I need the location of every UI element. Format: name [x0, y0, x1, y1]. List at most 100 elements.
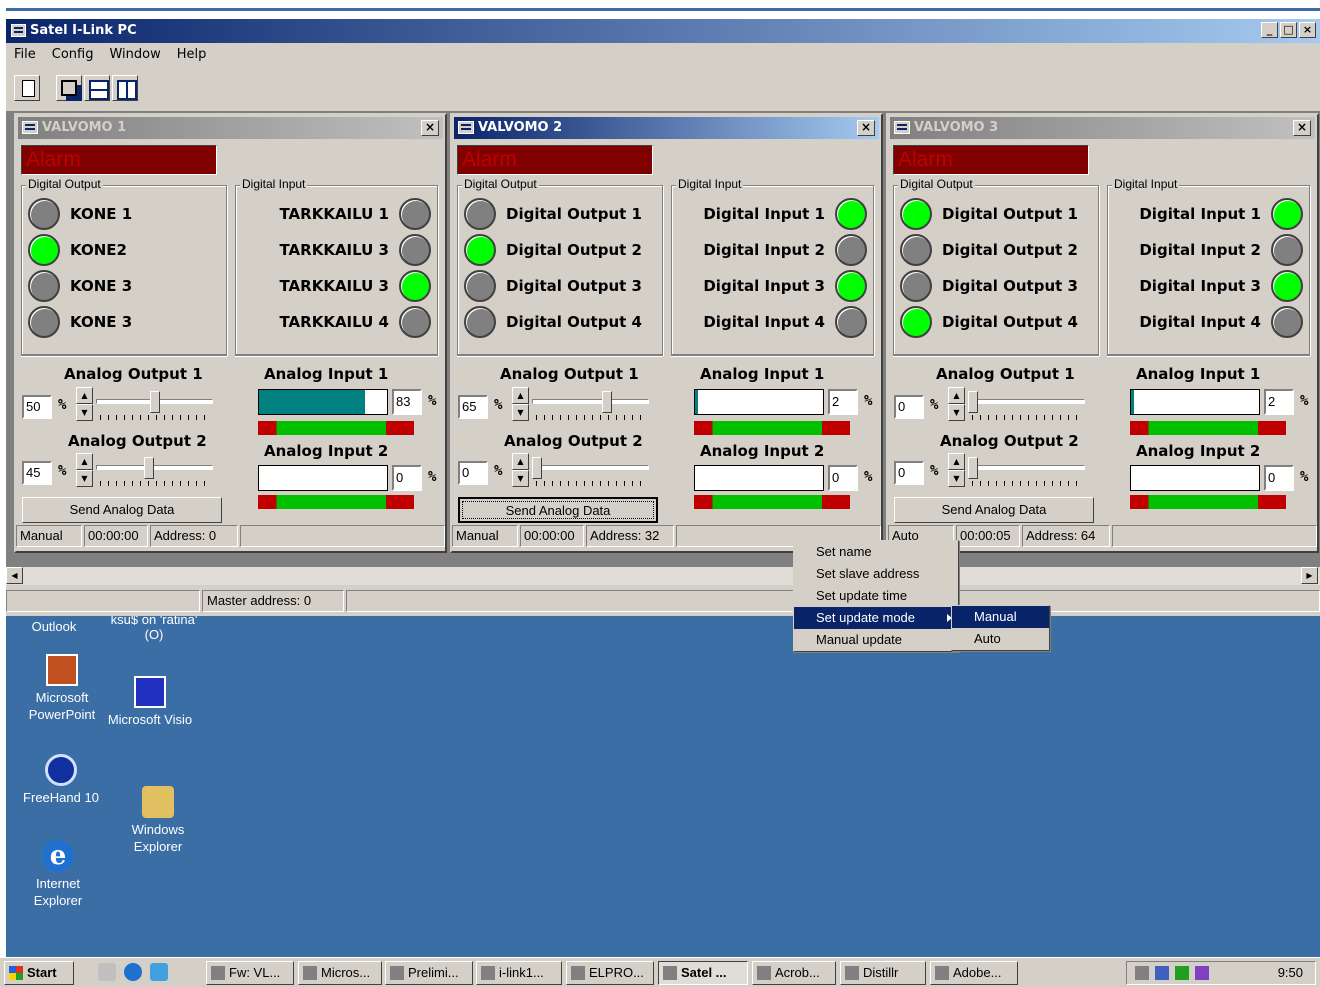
- tile-horizontal-icon[interactable]: [84, 75, 110, 101]
- analog-output-2-value[interactable]: 0: [458, 461, 488, 485]
- desktop-icon-freehand[interactable]: FreeHand 10: [16, 754, 106, 806]
- desktop-icon-network-drive[interactable]: ksu$ on 'ratina' (O): [106, 612, 202, 642]
- spin-down-icon[interactable]: ▼: [948, 470, 965, 487]
- analog-output-2-value[interactable]: 45: [22, 461, 52, 485]
- analog-output-1-spinner[interactable]: ▲ ▼: [948, 387, 965, 423]
- slider-thumb[interactable]: [532, 457, 542, 479]
- close-button[interactable]: ×: [1299, 22, 1316, 38]
- child-titlebar[interactable]: VALVOMO 1 ×: [18, 117, 443, 139]
- menu-window[interactable]: Window: [101, 44, 168, 66]
- desktop-icon-visio[interactable]: Microsoft Visio: [102, 676, 198, 728]
- digital-output-row[interactable]: Digital Output 3: [464, 270, 642, 302]
- spin-up-icon[interactable]: ▲: [948, 387, 965, 404]
- submenu-item-auto[interactable]: Auto: [952, 628, 1049, 650]
- taskbar-button[interactable]: Micros...: [298, 961, 382, 985]
- app-titlebar[interactable]: Satel I-Link PC _ □ ×: [6, 19, 1320, 43]
- child-titlebar[interactable]: VALVOMO 2 ×: [454, 117, 879, 139]
- spin-down-icon[interactable]: ▼: [512, 404, 529, 421]
- taskbar-button[interactable]: Adobe...: [930, 961, 1018, 985]
- analog-output-1-value[interactable]: 0: [894, 395, 924, 419]
- start-button[interactable]: Start: [4, 961, 74, 985]
- analog-output-1-slider[interactable]: [968, 389, 1085, 425]
- taskbar-button[interactable]: Acrob...: [752, 961, 836, 985]
- analog-output-1-value[interactable]: 65: [458, 395, 488, 419]
- analog-output-2-spinner[interactable]: ▲ ▼: [948, 453, 965, 489]
- digital-output-row[interactable]: Digital Output 2: [464, 234, 642, 266]
- menu-item-set-slave-address[interactable]: Set slave address: [794, 563, 958, 585]
- spin-up-icon[interactable]: ▲: [512, 387, 529, 404]
- close-icon[interactable]: ×: [857, 120, 875, 136]
- spin-down-icon[interactable]: ▼: [512, 470, 529, 487]
- scroll-right-icon[interactable]: ▶: [1301, 567, 1318, 584]
- menu-item-set-name[interactable]: Set name: [794, 541, 958, 563]
- submenu-item-manual[interactable]: Manual: [952, 606, 1049, 628]
- analog-output-1-slider[interactable]: [96, 389, 213, 425]
- menu-help[interactable]: Help: [169, 44, 215, 66]
- menu-item-manual-update[interactable]: Manual update: [794, 629, 958, 651]
- send-analog-data-button[interactable]: Send Analog Data: [22, 497, 222, 523]
- analog-output-1-slider[interactable]: [532, 389, 649, 425]
- analog-output-2-slider[interactable]: [532, 455, 649, 491]
- maximize-button[interactable]: □: [1280, 22, 1297, 38]
- menu-item-set-update-time[interactable]: Set update time: [794, 585, 958, 607]
- minimize-button[interactable]: _: [1261, 22, 1278, 38]
- spin-down-icon[interactable]: ▼: [948, 404, 965, 421]
- taskbar-button[interactable]: i-link1...: [476, 961, 562, 985]
- network-icon[interactable]: [1155, 966, 1169, 980]
- desktop-icon-outlook[interactable]: Outlook: [14, 618, 94, 635]
- digital-output-row[interactable]: KONE 3: [28, 306, 132, 338]
- slider-thumb[interactable]: [144, 457, 154, 479]
- desktop-icon-explorer[interactable]: Windows Explorer: [116, 786, 200, 855]
- digital-output-row[interactable]: Digital Output 1: [900, 198, 1078, 230]
- spin-up-icon[interactable]: ▲: [76, 453, 93, 470]
- child-titlebar[interactable]: VALVOMO 3 ×: [890, 117, 1315, 139]
- digital-output-row[interactable]: KONE 1: [28, 198, 132, 230]
- slider-thumb[interactable]: [968, 457, 978, 479]
- cascade-windows-icon[interactable]: [56, 75, 82, 101]
- menu-file[interactable]: File: [6, 44, 44, 66]
- spin-up-icon[interactable]: ▲: [512, 453, 529, 470]
- analog-output-2-slider[interactable]: [968, 455, 1085, 491]
- slider-thumb[interactable]: [150, 391, 160, 413]
- taskbar-button[interactable]: Distillr: [840, 961, 926, 985]
- volume-icon[interactable]: [1135, 966, 1149, 980]
- digital-output-row[interactable]: Digital Output 4: [464, 306, 642, 338]
- digital-output-row[interactable]: Digital Output 2: [900, 234, 1078, 266]
- analog-output-1-spinner[interactable]: ▲ ▼: [512, 387, 529, 423]
- tray-app-icon[interactable]: [1175, 966, 1189, 980]
- taskbar-button[interactable]: Prelimi...: [385, 961, 473, 985]
- send-analog-data-button[interactable]: Send Analog Data: [894, 497, 1094, 523]
- digital-output-row[interactable]: KONE2: [28, 234, 127, 266]
- ie-quicklaunch-icon[interactable]: [124, 963, 142, 981]
- scroll-left-icon[interactable]: ◀: [6, 567, 23, 584]
- tile-vertical-icon[interactable]: [112, 75, 138, 101]
- desktop-icon-ie[interactable]: e Internet Explorer: [20, 840, 96, 909]
- analog-output-2-spinner[interactable]: ▲ ▼: [512, 453, 529, 489]
- analog-output-1-spinner[interactable]: ▲ ▼: [76, 387, 93, 423]
- desktop-icon-powerpoint[interactable]: Microsoft PowerPoint: [20, 654, 104, 723]
- digital-output-row[interactable]: Digital Output 1: [464, 198, 642, 230]
- close-icon[interactable]: ×: [421, 120, 439, 136]
- antivirus-icon[interactable]: [1195, 966, 1209, 980]
- analog-output-2-spinner[interactable]: ▲ ▼: [76, 453, 93, 489]
- taskbar-button[interactable]: Fw: VL...: [206, 961, 294, 985]
- channels-icon[interactable]: [150, 963, 168, 981]
- slider-thumb[interactable]: [602, 391, 612, 413]
- menu-item-set-update-mode[interactable]: Set update mode: [794, 607, 958, 629]
- spin-up-icon[interactable]: ▲: [76, 387, 93, 404]
- analog-output-1-value[interactable]: 50: [22, 395, 52, 419]
- analog-output-2-slider[interactable]: [96, 455, 213, 491]
- taskbar-button[interactable]: Satel ...: [658, 961, 748, 985]
- spin-down-icon[interactable]: ▼: [76, 470, 93, 487]
- spin-down-icon[interactable]: ▼: [76, 404, 93, 421]
- horizontal-scrollbar[interactable]: ◀ ▶: [6, 567, 1320, 585]
- digital-output-row[interactable]: Digital Output 4: [900, 306, 1078, 338]
- slider-thumb[interactable]: [968, 391, 978, 413]
- send-analog-data-button[interactable]: Send Analog Data: [458, 497, 658, 523]
- spin-up-icon[interactable]: ▲: [948, 453, 965, 470]
- new-document-icon[interactable]: [14, 75, 40, 101]
- analog-output-2-value[interactable]: 0: [894, 461, 924, 485]
- digital-output-row[interactable]: Digital Output 3: [900, 270, 1078, 302]
- digital-output-row[interactable]: KONE 3: [28, 270, 132, 302]
- close-icon[interactable]: ×: [1293, 120, 1311, 136]
